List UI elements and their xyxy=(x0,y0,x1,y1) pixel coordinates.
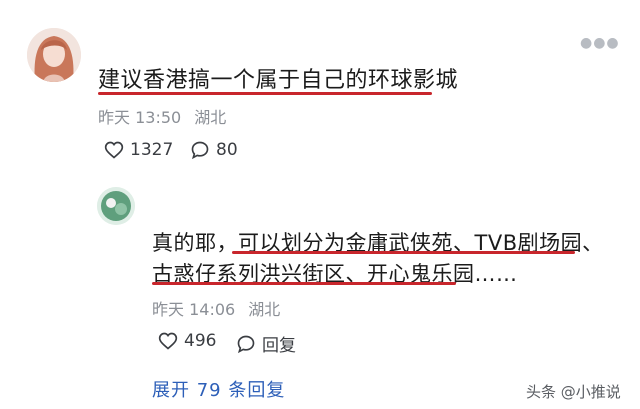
watermark: 头条 @小推说 xyxy=(526,383,621,401)
more-icon[interactable]: ●●● xyxy=(580,36,620,50)
comment-meta: 昨天 13:50 湖北 xyxy=(98,104,226,128)
expand-replies-link[interactable]: 展开 79 条回复 xyxy=(152,376,285,402)
comment-icon xyxy=(191,141,209,160)
reply-meta: 昨天 14:06 湖北 xyxy=(152,296,280,320)
highlight-underline xyxy=(98,92,432,95)
comment-time: 昨天 13:50 xyxy=(98,108,182,127)
reply-location: 湖北 xyxy=(248,300,281,319)
like-icon xyxy=(104,141,124,159)
reply-underline-2 xyxy=(152,282,456,285)
reply-button-label: 回复 xyxy=(262,336,296,356)
reply-count-button[interactable]: 80 xyxy=(190,140,238,160)
reply-button[interactable]: 回复 xyxy=(236,331,296,356)
reply-like-count: 496 xyxy=(184,331,217,351)
reply-count: 80 xyxy=(216,140,238,160)
reply-like-button[interactable]: 496 xyxy=(158,331,216,351)
comment-icon xyxy=(237,335,255,353)
comment-location: 湖北 xyxy=(194,108,227,127)
reply-underline-1 xyxy=(232,251,575,254)
avatar[interactable] xyxy=(27,28,81,82)
like-icon xyxy=(158,332,178,350)
reply-time: 昨天 14:06 xyxy=(152,300,236,319)
like-button[interactable]: 1327 xyxy=(104,140,173,160)
comment-text: 建议香港搞一个属于自己的环球影城 xyxy=(98,68,459,93)
reply-avatar[interactable] xyxy=(97,187,135,225)
like-count: 1327 xyxy=(130,140,174,160)
